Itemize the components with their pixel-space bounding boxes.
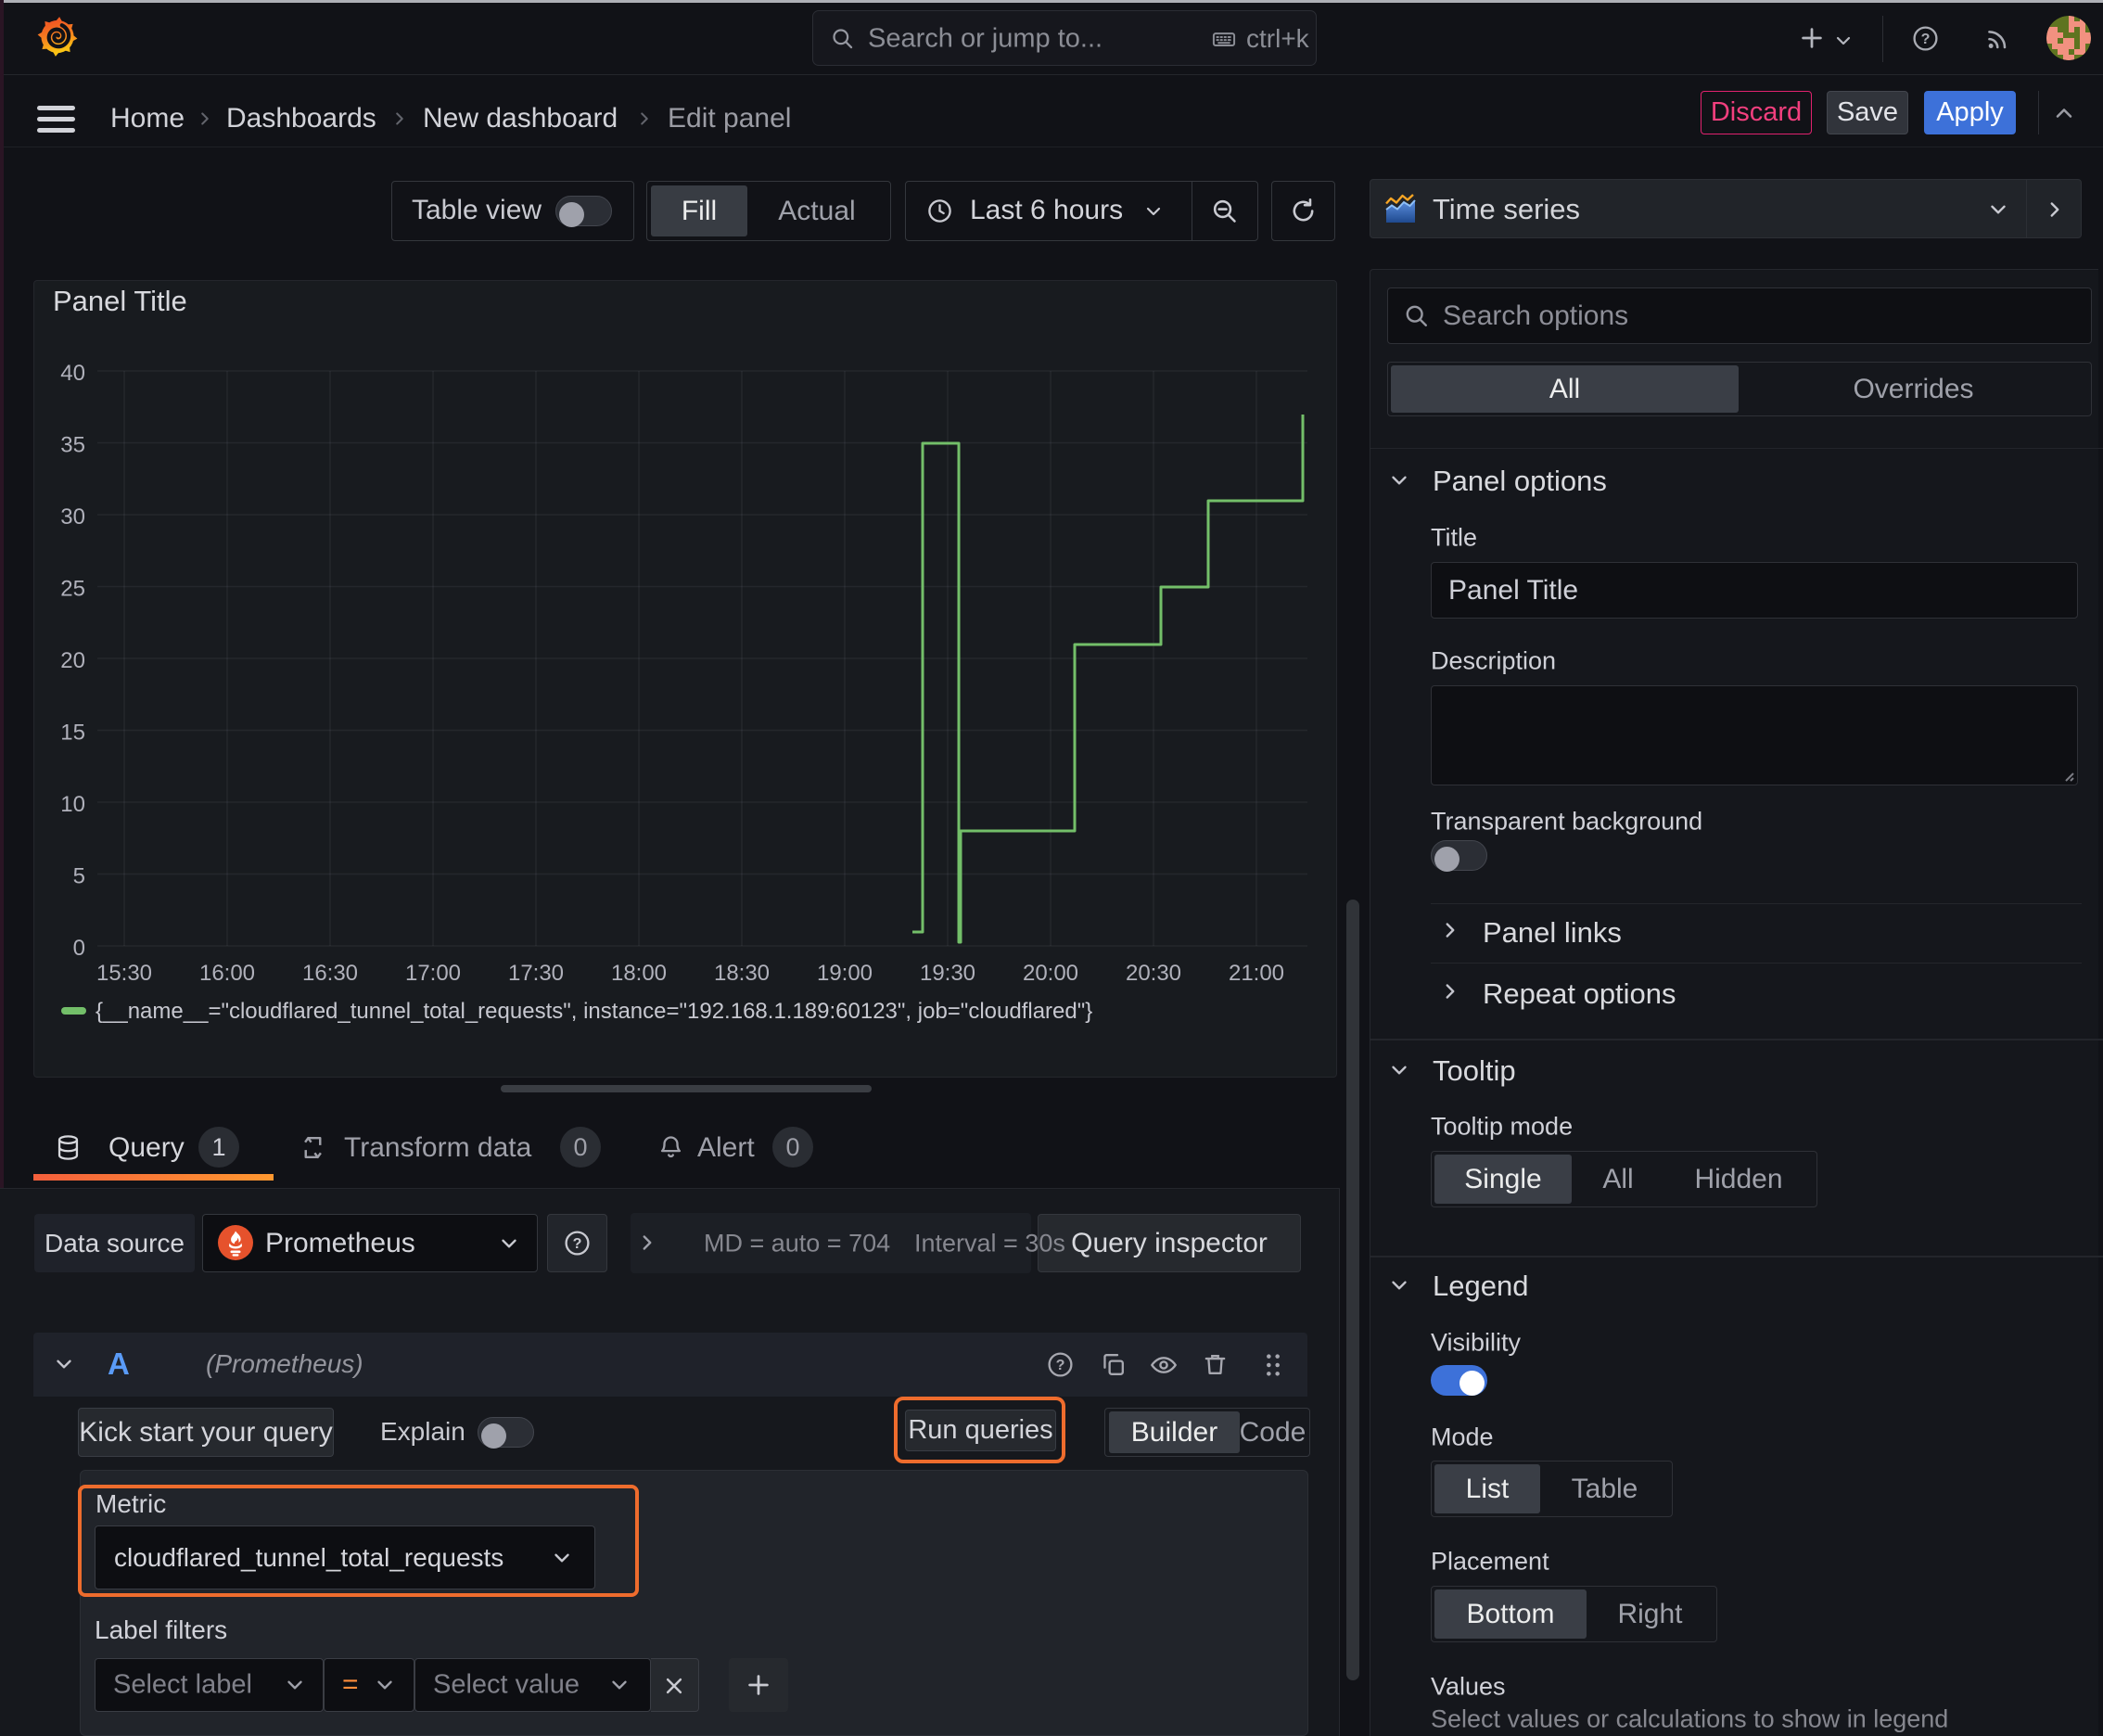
svg-text:20:30: 20:30	[1126, 961, 1181, 986]
svg-text:15: 15	[60, 721, 85, 746]
svg-text:10: 10	[60, 792, 85, 817]
svg-text:20:00: 20:00	[1023, 961, 1078, 986]
svg-text:19:00: 19:00	[817, 961, 873, 986]
svg-text:17:00: 17:00	[405, 961, 461, 986]
svg-text:16:30: 16:30	[302, 961, 358, 986]
svg-text:?: ?	[573, 1235, 582, 1252]
svg-text:19:30: 19:30	[920, 961, 975, 986]
svg-text:15:30: 15:30	[96, 961, 152, 986]
svg-text:40: 40	[60, 361, 85, 386]
svg-text:21:00: 21:00	[1229, 961, 1284, 986]
svg-text:?: ?	[1056, 1357, 1065, 1373]
svg-text:{__name__="cloudflared_tunnel_: {__name__="cloudflared_tunnel_total_requ…	[96, 999, 1092, 1024]
svg-text:17:30: 17:30	[508, 961, 564, 986]
svg-text:18:00: 18:00	[611, 961, 667, 986]
svg-text:0: 0	[73, 936, 85, 961]
svg-text:?: ?	[1921, 31, 1931, 47]
svg-text:25: 25	[60, 577, 85, 602]
svg-text:16:00: 16:00	[199, 961, 255, 986]
svg-text:18:30: 18:30	[714, 961, 770, 986]
svg-text:20: 20	[60, 648, 85, 673]
svg-text:30: 30	[60, 504, 85, 530]
svg-text:35: 35	[60, 433, 85, 458]
svg-text:5: 5	[73, 864, 85, 889]
